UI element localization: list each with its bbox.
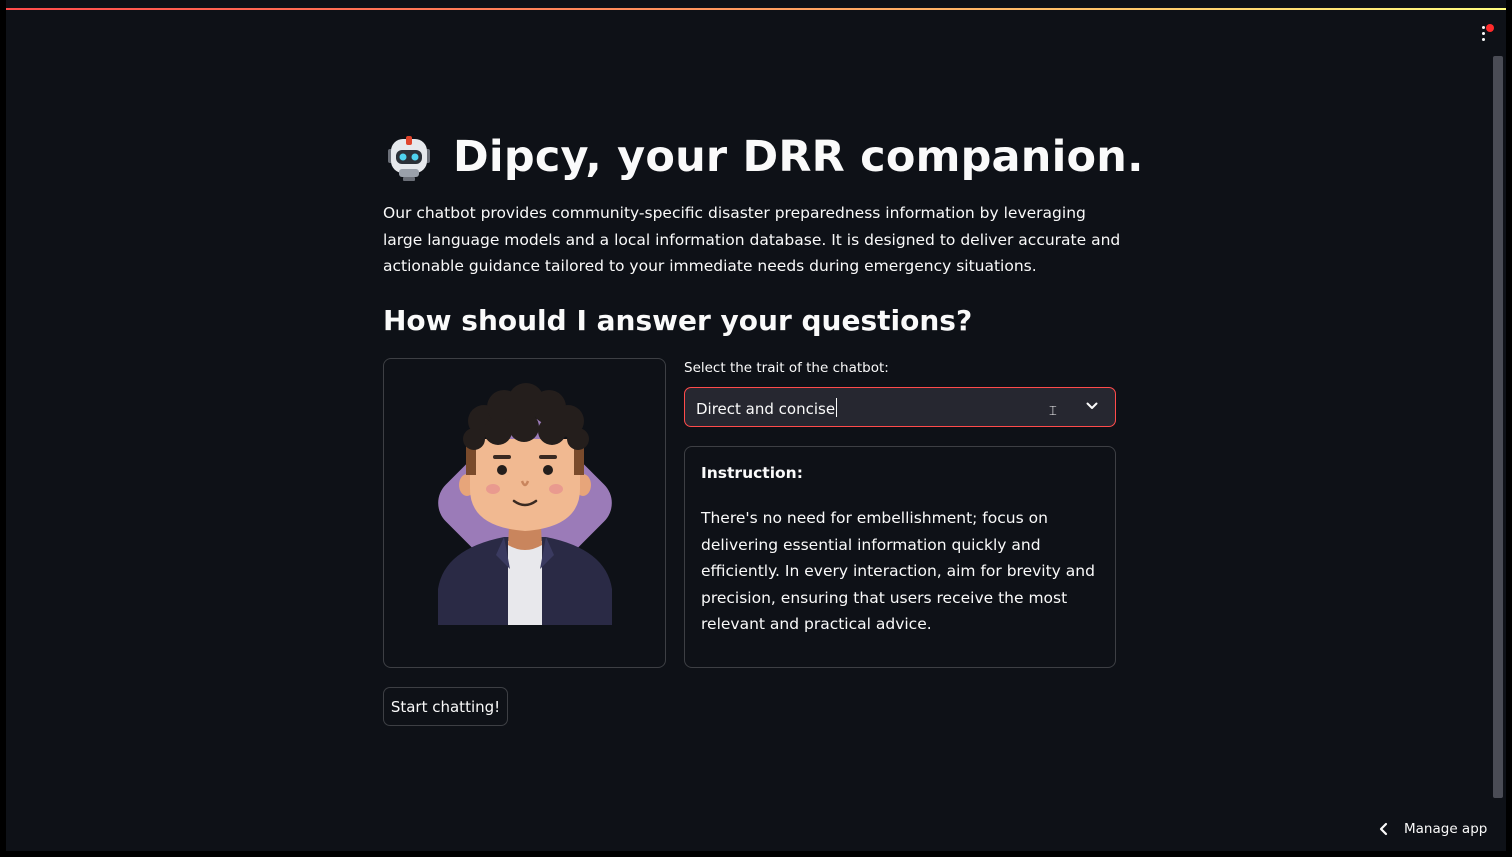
avatar-card	[383, 358, 666, 668]
trait-select-value-wrap[interactable]: Direct and concise	[696, 398, 838, 418]
manage-app-button[interactable]: Manage app	[1378, 818, 1487, 840]
title-row: Dipcy, your DRR companion.	[383, 126, 1144, 188]
trait-select-label: Select the trait of the chatbot:	[684, 360, 889, 376]
start-chatting-button[interactable]: Start chatting!	[383, 687, 508, 726]
avatar-illustration	[438, 383, 612, 625]
header-decoration-bar	[6, 8, 1506, 10]
text-caret	[836, 398, 838, 417]
robot-emoji-icon	[383, 131, 435, 183]
trait-select[interactable]: Direct and concise ⌶	[684, 387, 1116, 427]
instruction-text: There's no need for embellishment; focus…	[701, 509, 1095, 633]
i-beam-cursor-icon: ⌶	[1049, 404, 1057, 419]
section-heading: How should I answer your questions?	[383, 304, 973, 337]
kebab-menu-icon[interactable]	[1476, 22, 1496, 44]
instruction-title: Instruction:	[701, 464, 803, 482]
manage-app-label[interactable]: Manage app	[1404, 821, 1487, 837]
intro-paragraph: Our chatbot provides community-specific …	[383, 204, 1121, 275]
instruction-card: Instruction: There's no need for embelli…	[684, 446, 1116, 668]
notification-dot	[1486, 24, 1494, 32]
page-title: Dipcy, your DRR companion.	[453, 132, 1144, 182]
app-window: Dipcy, your DRR companion. Our chatbot p…	[6, 0, 1506, 851]
chevron-down-icon[interactable]	[1085, 399, 1099, 413]
chevron-left-icon	[1379, 822, 1388, 836]
trait-select-value[interactable]: Direct and concise	[696, 400, 835, 418]
scrollbar[interactable]	[1493, 56, 1503, 798]
